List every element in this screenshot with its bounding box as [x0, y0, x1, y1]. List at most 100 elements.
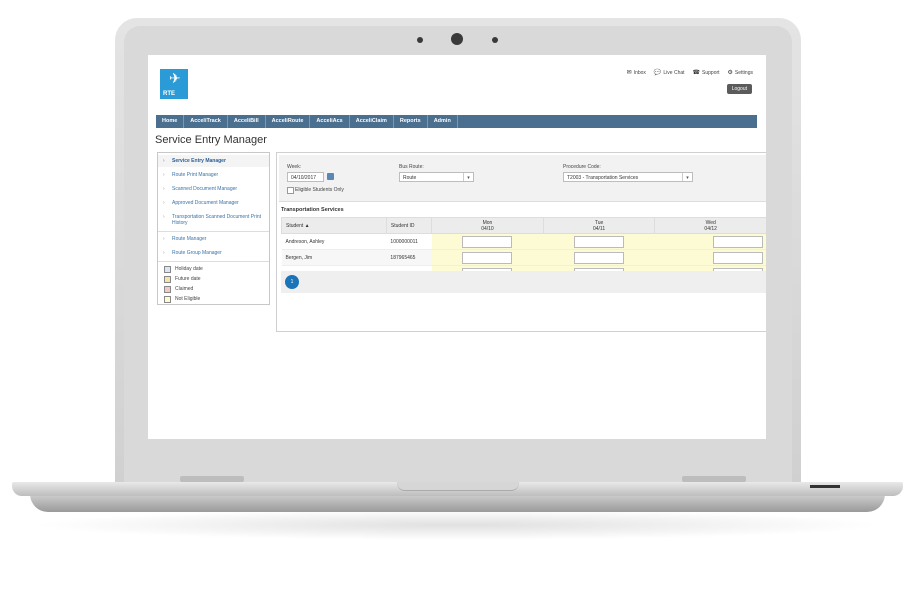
chevron-right-icon: › [163, 250, 165, 256]
procedure-code-select[interactable]: T2003 - Transportation Services ▾ [563, 172, 693, 182]
student-name: Andreson, Ashley [281, 233, 387, 250]
day-date: 04/11 [592, 225, 606, 232]
service-cell [431, 233, 544, 250]
service-input[interactable] [462, 235, 513, 248]
legend-label: Future date [175, 276, 201, 282]
app-screen: ✈ RTE ✉ Inbox 💬 Live Chat ☎ Support ⚙ Settin… [148, 55, 766, 439]
week-input[interactable]: 04/10/2017 [287, 172, 324, 182]
main-nav: Home AcceliTrack AcceliBill AcceliRoute … [156, 115, 757, 128]
legend-not-eligible: Not Eligible [158, 294, 269, 304]
gear-icon: ⚙ [727, 70, 733, 76]
chevron-right-icon: › [163, 214, 165, 220]
col-student-id-header[interactable]: Student ID [385, 217, 433, 234]
laptop-shadow [30, 510, 885, 540]
nav-reports[interactable]: Reports [394, 115, 428, 128]
sidebar-item-print-history[interactable]: › Transportation Scanned Document Print H… [158, 209, 269, 228]
procedure-code-label: Procedure Code: [563, 164, 601, 170]
chevron-right-icon: › [163, 200, 165, 206]
sidebar-item-label: Transportation Scanned Document Print Hi… [172, 214, 262, 226]
procedure-code-value: T2003 - Transportation Services [567, 175, 639, 181]
service-input[interactable] [712, 251, 763, 264]
legend-swatch [164, 285, 171, 293]
legend-swatch [164, 275, 171, 283]
laptop-notch [397, 482, 519, 491]
service-input[interactable] [712, 235, 763, 248]
support-icon: ☎ [692, 70, 701, 76]
support-link[interactable]: ☎ Support [693, 69, 720, 76]
chevron-right-icon: › [163, 186, 165, 192]
col-day-tue: Tue 04/11 [542, 217, 656, 234]
nav-admin[interactable]: Admin [428, 115, 458, 128]
laptop-led [810, 485, 840, 488]
camera-icon [451, 33, 463, 45]
rte-logo[interactable]: ✈ RTE [160, 69, 188, 99]
chevron-right-icon: › [163, 236, 165, 242]
support-label: Support [702, 70, 720, 76]
inbox-label: Inbox [633, 70, 646, 76]
day-date: 04/12 [704, 225, 717, 232]
sidebar-item-route-print-manager[interactable]: › Route Print Manager [158, 167, 269, 181]
nav-accelitrack[interactable]: AcceliTrack [184, 115, 228, 128]
service-input[interactable] [574, 251, 625, 264]
sidebar-item-route-group-manager[interactable]: › Route Group Manager [158, 245, 269, 258]
sidebar: › Service Entry Manager › Route Print Mana… [157, 152, 270, 305]
student-name: Bergen, Jim [281, 249, 387, 266]
nav-acceliacs[interactable]: AcceliAcs [310, 115, 350, 128]
nav-acceliroute[interactable]: AcceliRoute [266, 115, 311, 128]
settings-label: Settings [734, 70, 753, 76]
legend-claimed: Claimed [158, 284, 269, 294]
table-row: Andreson, Ashley 1000000011 [281, 233, 766, 250]
page-title: Service Entry Manager [155, 134, 267, 146]
sidebar-item-label: Route Print Manager [172, 172, 219, 178]
service-input[interactable] [574, 235, 625, 248]
page-button-current[interactable]: 1 [285, 275, 299, 289]
chevron-down-icon: ▾ [463, 173, 473, 181]
eligible-students-label: Eligible Students Only [295, 187, 344, 193]
sidebar-item-label: Route Manager [172, 236, 207, 242]
logout-button[interactable]: Logout [726, 84, 752, 94]
logo-mark-icon: ✈ [169, 70, 181, 86]
student-id: 187965465 [386, 249, 432, 266]
sidebar-item-scanned-document-manager[interactable]: › Scanned Document Manager [158, 181, 269, 195]
col-day-wed: Wed 04/12 [654, 217, 766, 234]
legend-label: Holiday date [175, 266, 203, 272]
day-date: 04/10 [481, 225, 494, 232]
legend-swatch [164, 295, 171, 303]
legend-label: Claimed [175, 286, 194, 292]
legend-future: Future date [158, 274, 269, 284]
live-chat-link[interactable]: 💬 Live Chat [654, 69, 685, 76]
legend-swatch [164, 265, 171, 273]
service-cell [654, 249, 766, 266]
calendar-icon[interactable] [327, 173, 334, 180]
sidebar-item-approved-document-manager[interactable]: › Approved Document Manager [158, 195, 269, 209]
nav-accelibill[interactable]: AcceliBill [228, 115, 266, 128]
settings-link[interactable]: ⚙ Settings [728, 69, 753, 76]
live-chat-label: Live Chat [663, 70, 685, 76]
sidebar-item-service-entry-manager[interactable]: › Service Entry Manager [158, 155, 269, 167]
main-panel: Week: 04/10/2017 Bus Route: Route ▾ Proc… [276, 152, 766, 332]
sensor-dot [417, 37, 423, 43]
sidebar-item-label: Approved Document Manager [172, 200, 239, 206]
inbox-link[interactable]: ✉ Inbox [627, 69, 646, 76]
bus-route-select[interactable]: Route ▾ [399, 172, 474, 182]
bus-route-label: Bus Route: [399, 164, 424, 170]
sidebar-item-label: Route Group Manager [172, 250, 222, 256]
eligible-students-checkbox[interactable] [287, 187, 294, 194]
nav-home[interactable]: Home [156, 115, 185, 128]
nav-acceliclaim[interactable]: AcceliClaim [350, 115, 394, 128]
service-cell [543, 233, 655, 250]
laptop-base-bottom [30, 494, 885, 512]
legend-label: Not Eligible [175, 296, 201, 302]
chevron-right-icon: › [163, 158, 165, 164]
chevron-right-icon: › [163, 172, 165, 178]
service-cell [543, 249, 655, 266]
logo-text: RTE [163, 91, 175, 97]
service-input[interactable] [462, 251, 513, 264]
sidebar-item-route-manager[interactable]: › Route Manager [158, 235, 269, 245]
service-cell [654, 233, 766, 250]
legend: Holiday date Future date Claimed Not Eli… [158, 262, 269, 304]
chevron-down-icon: ▾ [682, 173, 692, 181]
legend-holiday: Holiday date [158, 264, 269, 274]
sidebar-item-label: Scanned Document Manager [172, 186, 238, 192]
col-student-header[interactable]: Student ▲ [281, 217, 387, 234]
